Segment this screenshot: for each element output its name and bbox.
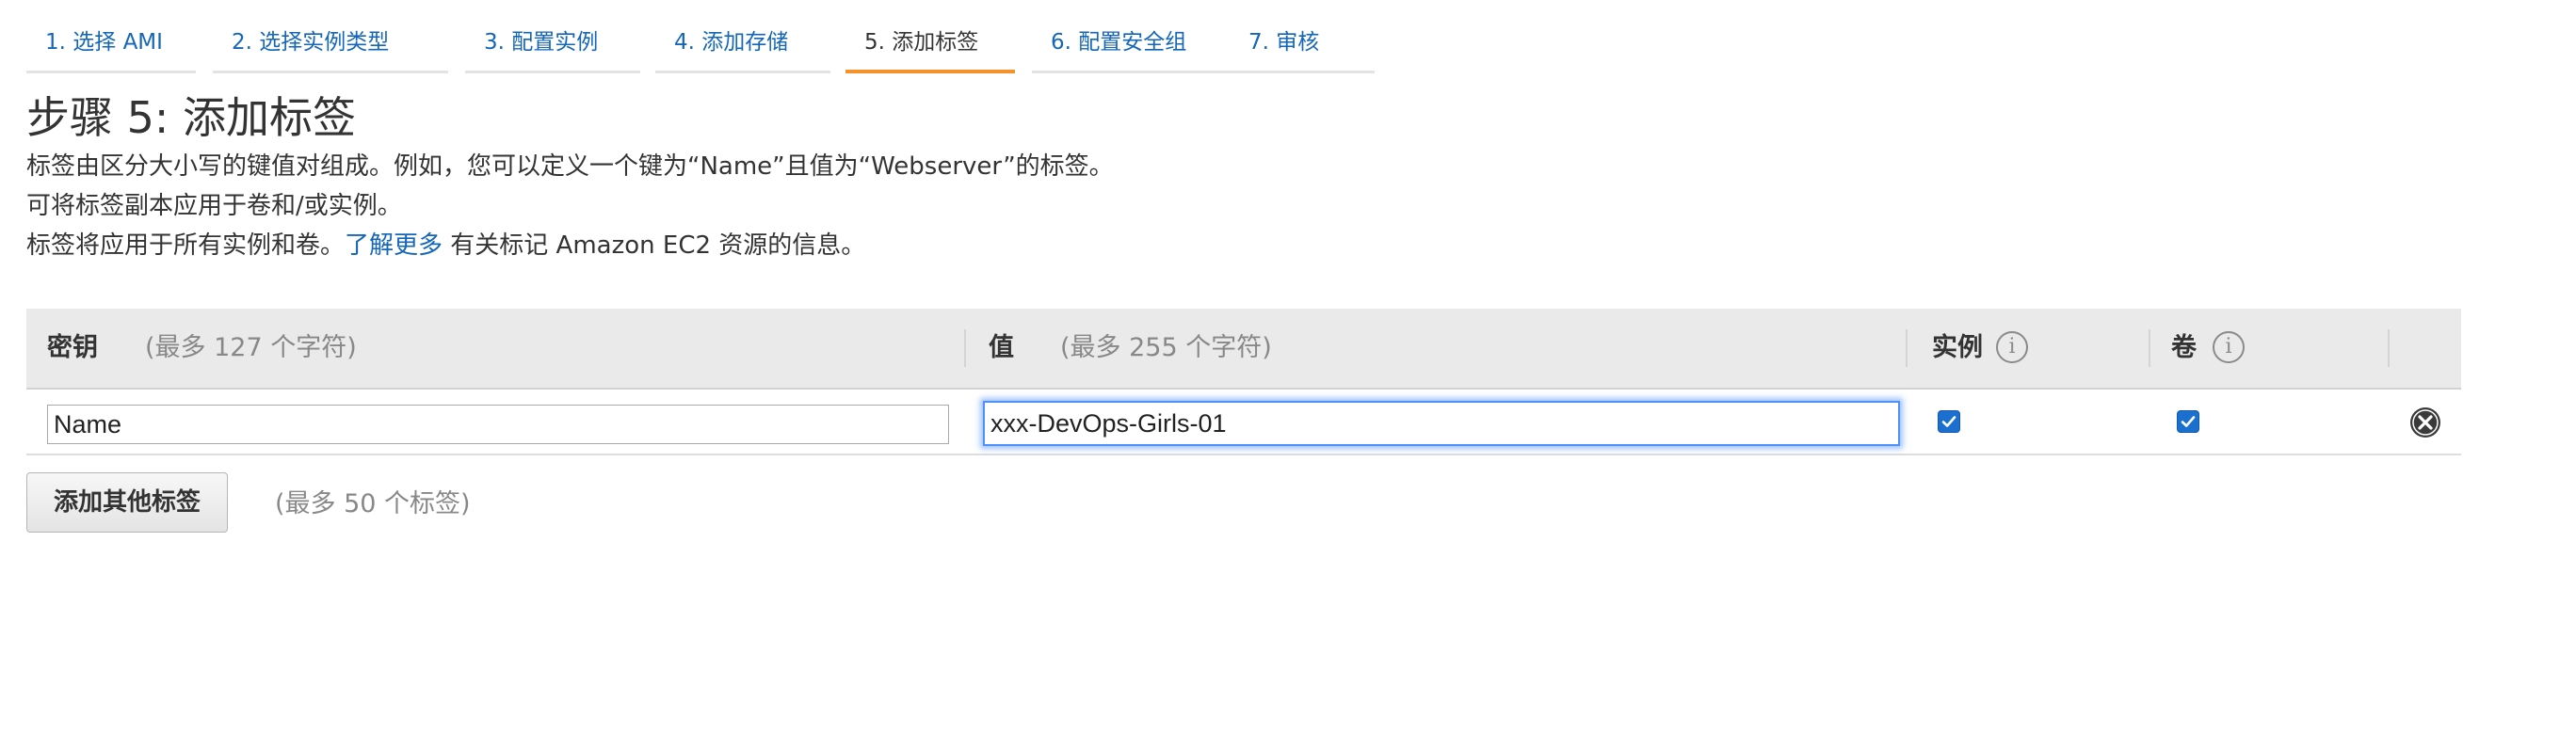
add-tag-limit-hint: (最多 50 个标签) — [275, 489, 471, 518]
volume-info-icon[interactable]: i — [2213, 331, 2245, 363]
checkmark-icon — [2181, 416, 2196, 427]
column-divider — [2388, 329, 2390, 367]
column-header-volume: 卷 i — [2150, 309, 2390, 388]
description-line-1: 标签由区分大小写的键值对组成。例如，您可以定义一个键为“Name”且值为“Web… — [26, 152, 1114, 181]
tab-choose-ami[interactable]: 1. 选择 AMI — [26, 24, 196, 73]
instance-column-label: 实例 — [1932, 333, 1983, 362]
key-column-hint: (最多 127 个字符) — [145, 333, 357, 362]
value-column-label: 值 — [989, 333, 1014, 362]
tab-review[interactable]: 7. 审核 — [1230, 24, 1375, 73]
tab-label: 4. 添加存储 — [674, 30, 789, 55]
value-column-hint: (最多 255 个字符) — [1060, 333, 1272, 362]
instance-info-icon[interactable]: i — [1996, 331, 2028, 363]
tags-table: 密钥 (最多 127 个字符) 值 (最多 255 个字符) 实例 i 卷 i — [26, 309, 2461, 455]
column-header-value: 值 (最多 255 个字符) — [968, 309, 1909, 388]
column-header-instance: 实例 i — [1909, 309, 2149, 388]
tab-configure-security-group[interactable]: 6. 配置安全组 — [1032, 24, 1250, 73]
key-column-label: 密钥 — [47, 333, 98, 362]
table-header: 密钥 (最多 127 个字符) 值 (最多 255 个字符) 实例 i 卷 i — [26, 309, 2461, 390]
tab-add-storage[interactable]: 4. 添加存储 — [655, 24, 830, 73]
tab-label: 1. 选择 AMI — [45, 30, 163, 55]
tag-key-input[interactable] — [47, 405, 949, 444]
remove-tag-button[interactable] — [2408, 406, 2442, 439]
description-line-3-prefix: 标签将应用于所有实例和卷。 — [26, 231, 346, 260]
wizard-step-tabs: 1. 选择 AMI 2. 选择实例类型 3. 配置实例 4. 添加存储 5. 添… — [26, 24, 1375, 73]
description-line-3-suffix: 有关标记 Amazon EC2 资源的信息。 — [443, 231, 866, 260]
column-divider — [964, 329, 966, 367]
tab-choose-instance-type[interactable]: 2. 选择实例类型 — [213, 24, 448, 73]
table-row — [26, 390, 2461, 455]
add-tag-button[interactable]: 添加其他标签 — [26, 472, 228, 533]
checkmark-icon — [1941, 416, 1956, 427]
description-line-3: 标签将应用于所有实例和卷。了解更多 有关标记 Amazon EC2 资源的信息。 — [26, 230, 865, 262]
tab-label: 2. 选择实例类型 — [232, 30, 390, 55]
tab-label: 7. 审核 — [1248, 30, 1320, 55]
column-header-key: 密钥 (最多 127 个字符) — [26, 309, 968, 388]
tag-value-input[interactable] — [983, 401, 1900, 446]
volume-checkbox[interactable] — [2177, 410, 2199, 433]
column-divider — [1906, 329, 1908, 367]
tab-add-tags[interactable]: 5. 添加标签 — [845, 24, 1015, 73]
description-line-2: 可将标签副本应用于卷和/或实例。 — [26, 192, 402, 220]
page-title: 步骤 5: 添加标签 — [26, 92, 357, 143]
tab-label: 3. 配置实例 — [484, 30, 599, 55]
close-circle-icon — [2410, 407, 2440, 438]
volume-column-label: 卷 — [2171, 333, 2197, 362]
tab-configure-instance[interactable]: 3. 配置实例 — [465, 24, 640, 73]
tab-label: 6. 配置安全组 — [1051, 30, 1187, 55]
learn-more-link[interactable]: 了解更多 — [345, 231, 443, 260]
tab-label: 5. 添加标签 — [864, 30, 979, 55]
instance-checkbox[interactable] — [1938, 410, 1960, 433]
